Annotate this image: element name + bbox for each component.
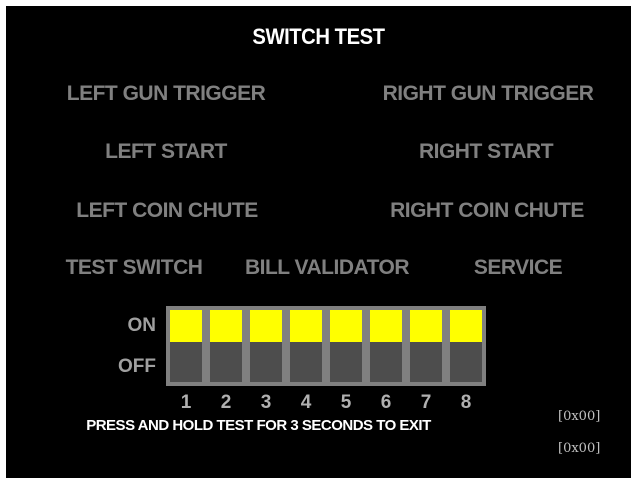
dip-switch-6-knob [370, 310, 402, 342]
dip-switch-number: 7 [420, 392, 432, 413]
dip-switch-4-knob [290, 310, 322, 342]
left-gun-trigger-indicator: LEFT GUN TRIGGER [66, 82, 266, 105]
dip-switch-3 [250, 310, 282, 382]
test-switch-indicator: TEST SWITCH [65, 256, 203, 279]
dip-switch-number: 4 [300, 392, 312, 413]
dip-switch-4 [290, 310, 322, 382]
dip-switch-number: 2 [220, 392, 232, 413]
dip-switch-number: 6 [380, 392, 392, 413]
right-coin-chute-indicator: RIGHT COIN CHUTE [390, 199, 584, 222]
dip-switch-1 [170, 310, 202, 382]
dip-switch-7 [410, 310, 442, 382]
exit-instruction: PRESS AND HOLD TEST FOR 3 SECONDS TO EXI… [86, 417, 431, 434]
dip-switch-number: 3 [260, 392, 272, 413]
dip-off-label: OFF [118, 356, 156, 377]
right-start-indicator: RIGHT START [418, 140, 554, 163]
dip-switch-5-knob [330, 310, 362, 342]
dip-switch-6 [370, 310, 402, 382]
dip-switch-8 [450, 310, 482, 382]
service-indicator: SERVICE [473, 256, 563, 279]
dip-switch-number: 1 [180, 392, 192, 413]
dip-switch-7-knob [410, 310, 442, 342]
dip-switch-5 [330, 310, 362, 382]
switch-test-screen: SWITCH TEST LEFT GUN TRIGGER RIGHT GUN T… [6, 6, 631, 478]
left-coin-chute-indicator: LEFT COIN CHUTE [76, 199, 258, 222]
hex-value-readout-2: [0x00] [558, 441, 601, 456]
dip-switch-1-knob [170, 310, 202, 342]
screen-title: SWITCH TEST [252, 24, 385, 49]
left-start-indicator: LEFT START [105, 140, 227, 163]
dip-switch-3-knob [250, 310, 282, 342]
hex-value-readout-1: [0x00] [558, 409, 601, 424]
dip-switch-8-knob [450, 310, 482, 342]
dip-switch-2 [210, 310, 242, 382]
dip-switch-number: 8 [460, 392, 472, 413]
dip-switch-bank [166, 306, 486, 386]
dip-switch-number: 5 [340, 392, 352, 413]
right-gun-trigger-indicator: RIGHT GUN TRIGGER [382, 82, 594, 105]
dip-switch-2-knob [210, 310, 242, 342]
dip-on-label: ON [127, 315, 157, 336]
bill-validator-indicator: BILL VALIDATOR [244, 256, 410, 279]
